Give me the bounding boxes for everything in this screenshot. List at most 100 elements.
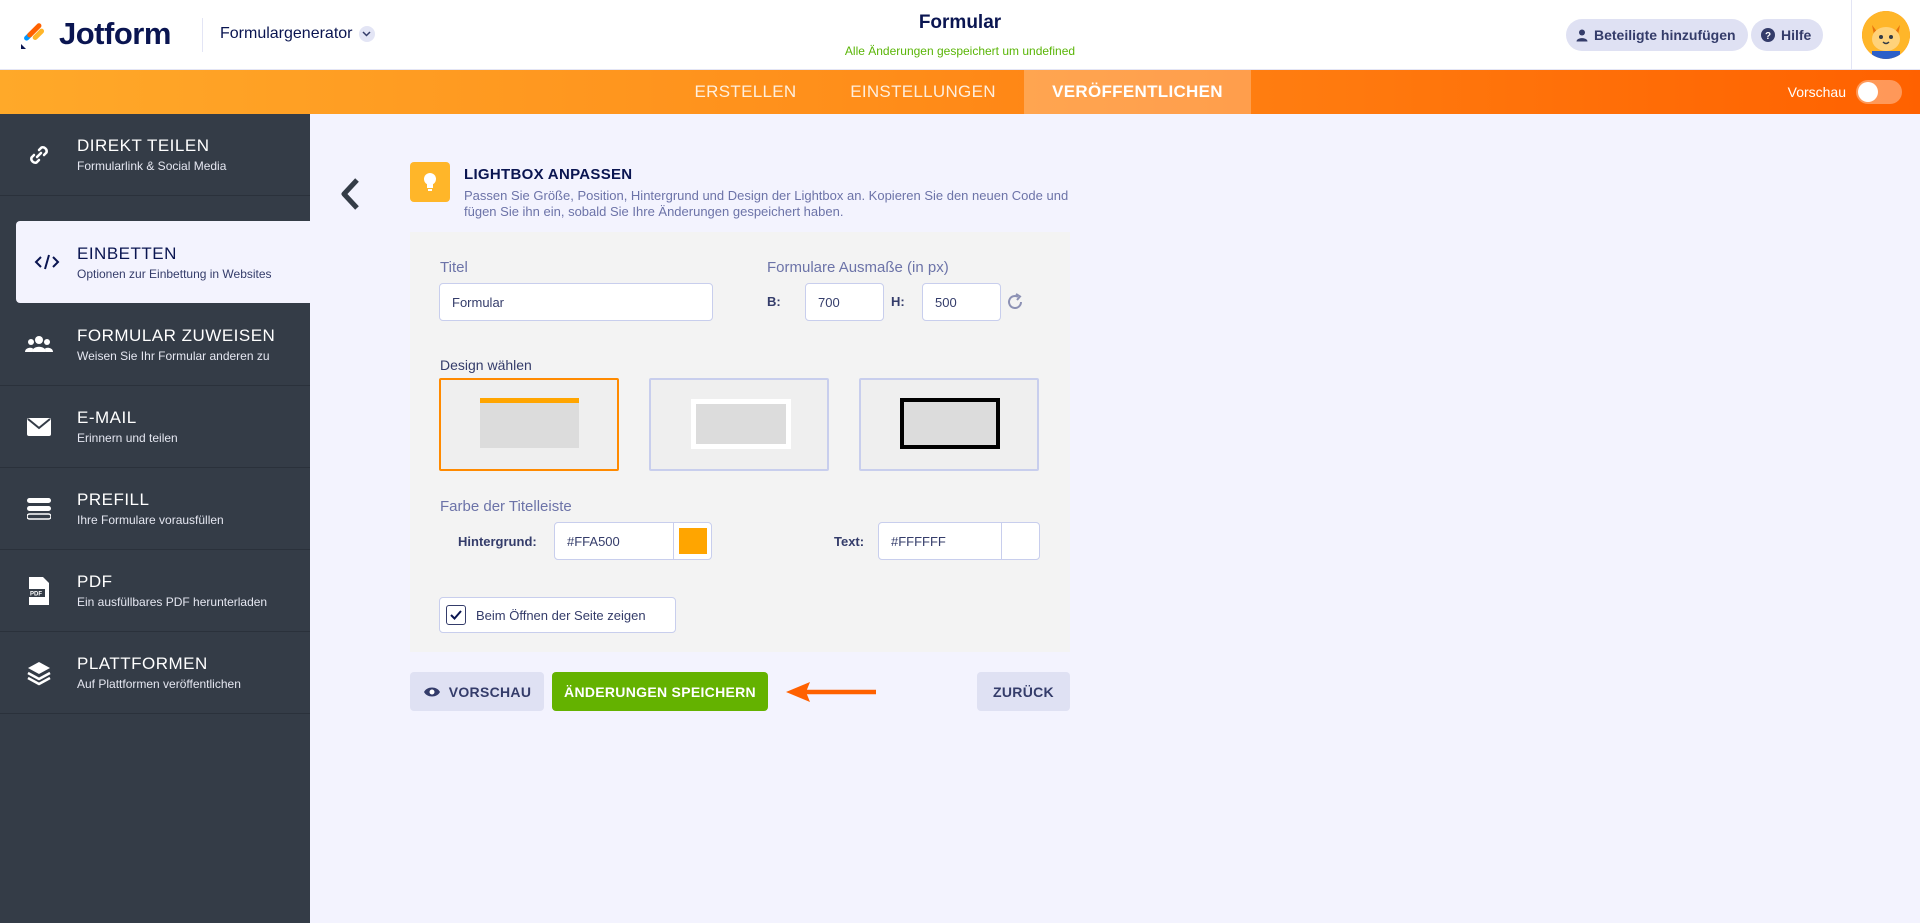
users-icon [24, 336, 53, 352]
top-header: Jotform Formulargenerator Formular Alle … [0, 0, 1920, 70]
design-preview-black-border [900, 398, 1000, 449]
jotform-logo[interactable]: Jotform [19, 16, 171, 52]
text-color-preview [1006, 528, 1035, 554]
chevron-left-icon [341, 178, 359, 210]
size-label: Formulare Ausmaße (in px) [767, 259, 949, 276]
sidebar-item-einbetten[interactable]: EINBETTEN Optionen zur Einbettung in Webs… [16, 221, 310, 303]
sidebar-item-sub: Optionen zur Einbettung in Websites [77, 266, 272, 281]
sidebar-item-sub: Auf Plattformen veröffentlichen [77, 677, 241, 691]
layers-icon [26, 661, 51, 685]
save-changes-button[interactable]: ÄNDERUNGEN SPEICHERN [552, 672, 768, 711]
tab-veroeffentlichen[interactable]: VERÖFFENTLICHEN [1024, 70, 1251, 114]
sidebar-item-sub: Weisen Sie Ihr Formular anderen zu [77, 348, 270, 363]
avatar[interactable] [1862, 11, 1910, 59]
height-input[interactable]: 500 [922, 283, 1001, 321]
back-button[interactable]: ZURÜCK [977, 672, 1070, 711]
sidebar: DIREKT TEILEN Formularlink & Social Media… [0, 114, 310, 923]
svg-text:?: ? [1765, 31, 1771, 42]
tab-einstellungen[interactable]: EINSTELLUNGEN [831, 70, 1015, 114]
envelope-icon [26, 417, 51, 436]
reset-size-button[interactable] [1005, 292, 1025, 317]
preview-toggle-label: Vorschau [1787, 84, 1846, 100]
help-button[interactable]: ? Hilfe [1751, 19, 1824, 51]
text-color-swatch[interactable] [1001, 523, 1039, 559]
sidebar-item-pdf[interactable]: PDF PDF Ein ausfüllbares PDF herunterlade… [0, 550, 310, 632]
tab-erstellen[interactable]: ERSTELLEN [674, 70, 817, 114]
preview-button[interactable]: VORSCHAU [410, 672, 544, 711]
width-input[interactable]: 700 [805, 283, 884, 321]
svg-text:PDF: PDF [30, 591, 42, 597]
design-option-1[interactable] [439, 378, 619, 471]
preview-switch[interactable] [1856, 80, 1902, 104]
chevron-down-icon [358, 26, 375, 42]
sidebar-item-label: PLATTFORMEN [77, 654, 208, 673]
add-participants-label: Beteiligte hinzufügen [1594, 27, 1736, 43]
show-on-open-option[interactable]: Beim Öffnen der Seite zeigen [439, 597, 676, 633]
add-participants-button[interactable]: Beteiligte hinzufügen [1566, 19, 1748, 51]
main-nav: ERSTELLEN EINSTELLUNGEN VERÖFFENTLICHEN … [0, 70, 1920, 114]
eye-icon [423, 687, 440, 696]
avatar-icon [1862, 11, 1910, 59]
arrow-left-icon [786, 682, 876, 702]
sidebar-item-label: PDF [77, 572, 113, 591]
show-on-open-label: Beim Öffnen der Seite zeigen [476, 607, 646, 623]
sidebar-item-sub: Erinnern und teilen [77, 431, 178, 445]
form-generator-dropdown[interactable]: Formulargenerator [220, 25, 375, 43]
back-arrow-button[interactable] [336, 176, 364, 212]
link-icon [29, 145, 48, 164]
background-color-value: #FFA500 [567, 533, 620, 549]
help-label: Hilfe [1781, 27, 1812, 43]
generator-label: Formulargenerator [220, 25, 353, 42]
background-color-label: Hintergrund: [458, 534, 537, 549]
sidebar-item-label: PREFILL [77, 490, 150, 509]
sidebar-item-sub: Ein ausfüllbares PDF herunterladen [77, 595, 268, 609]
pdf-icon: PDF [26, 576, 49, 605]
text-color-input[interactable]: #FFFFFF [878, 522, 1040, 560]
logo-text: Jotform [59, 16, 171, 51]
sidebar-item-formular-zuweisen[interactable]: FORMULAR ZUWEISEN Weisen Sie Ihr Formular… [0, 303, 310, 386]
background-color-input[interactable]: #FFA500 [554, 522, 712, 560]
lightbox-description: Passen Sie Größe, Position, Hintergrund … [464, 188, 1069, 219]
lightbox-hint: LIGHTBOX ANPASSEN Passen Sie Größe, Posi… [410, 162, 1070, 220]
arrow-annotation [784, 680, 878, 709]
refresh-icon [1008, 293, 1022, 309]
design-preview-white-border [691, 399, 791, 449]
design-option-3[interactable] [859, 378, 1039, 471]
code-icon [34, 254, 59, 270]
lightbox-heading: LIGHTBOX ANPASSEN [464, 166, 633, 183]
sidebar-item-plattformen[interactable]: PLATTFORMEN Auf Plattformen veröffentlich… [0, 632, 310, 714]
width-label: B: [767, 294, 781, 309]
form-title[interactable]: Formular [760, 12, 1160, 34]
sidebar-item-label: E-MAIL [77, 408, 137, 427]
design-label: Design wählen [440, 357, 532, 373]
title-input[interactable]: Formular [439, 283, 713, 321]
lightbulb-icon [410, 162, 450, 202]
save-status: Alle Änderungen gespeichert um undefined [844, 44, 1076, 58]
sidebar-item-email[interactable]: E-MAIL Erinnern und teilen [0, 386, 310, 468]
background-color-swatch[interactable] [673, 523, 711, 559]
checkmark-icon [450, 610, 462, 620]
text-color-value: #FFFFFF [891, 533, 946, 549]
header-divider [202, 18, 203, 52]
text-color-label: Text: [834, 534, 865, 549]
jotform-logo-icon [21, 23, 45, 49]
sidebar-item-prefill[interactable]: PREFILL Ihre Formulare vorausfüllen [0, 468, 310, 550]
sidebar-item-direkt-teilen[interactable]: DIREKT TEILEN Formularlink & Social Media [0, 114, 310, 196]
sidebar-item-label: DIREKT TEILEN [77, 136, 210, 155]
height-label: H: [891, 294, 905, 309]
titlebar-color-label: Farbe der Titelleiste [440, 498, 572, 515]
sidebar-item-sub: Ihre Formulare vorausfüllen [77, 513, 224, 527]
user-icon [1576, 29, 1588, 41]
preview-button-label: VORSCHAU [448, 683, 532, 700]
background-color-preview [678, 528, 707, 554]
sidebar-item-label: EINBETTEN [77, 243, 177, 263]
design-option-2[interactable] [649, 378, 829, 471]
title-label: Titel [440, 259, 468, 276]
toggle-knob [1858, 82, 1878, 102]
form-title-block: Formular Alle Änderungen gespeichert um … [760, 12, 1160, 58]
avatar-area[interactable] [1851, 0, 1920, 70]
sidebar-item-label: FORMULAR ZUWEISEN [77, 325, 276, 345]
preview-toggle[interactable]: Vorschau [1788, 70, 1902, 114]
show-on-open-checkbox[interactable] [446, 605, 466, 625]
prefill-icon [26, 497, 51, 520]
